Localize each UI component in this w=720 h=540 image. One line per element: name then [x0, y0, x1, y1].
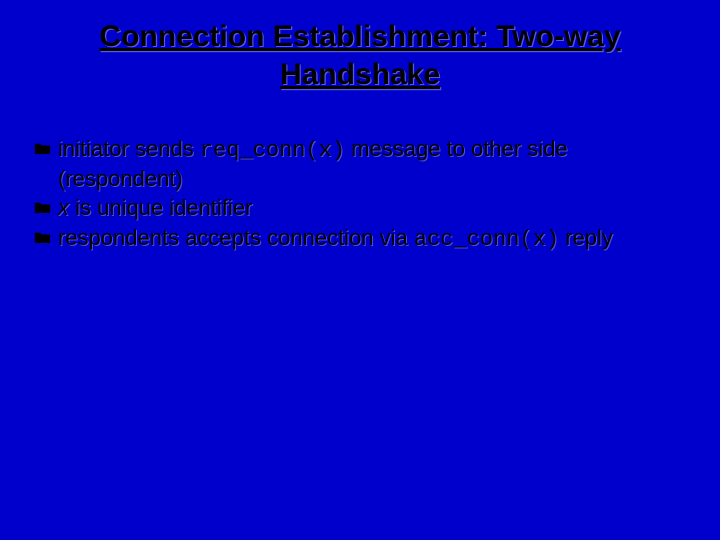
- bullet-italic: x: [58, 195, 69, 220]
- bullet-text-post: is unique identifier: [69, 195, 252, 220]
- bullet-item: initiator sends req_conn(x) message to o…: [34, 135, 670, 192]
- bullet-text-post: reply: [559, 225, 613, 250]
- bullet-text-pre: respondents accepts connection via: [58, 225, 414, 250]
- folder-icon: [34, 226, 51, 246]
- bullet-text-pre: initiator sends: [58, 136, 200, 161]
- folder-icon: [34, 137, 51, 157]
- bullet-code: req_conn(x): [200, 138, 345, 163]
- bullet-item: x is unique identifier: [34, 194, 670, 222]
- folder-icon: [34, 196, 51, 216]
- slide-title: Connection Establishment: Two-way Handsh…: [80, 18, 640, 93]
- bullet-code: acc_conn(x): [414, 227, 559, 252]
- bullet-item: respondents accepts connection via acc_c…: [34, 224, 670, 254]
- bullet-list: initiator sends req_conn(x) message to o…: [34, 135, 670, 253]
- slide: Connection Establishment: Two-way Handsh…: [0, 0, 720, 540]
